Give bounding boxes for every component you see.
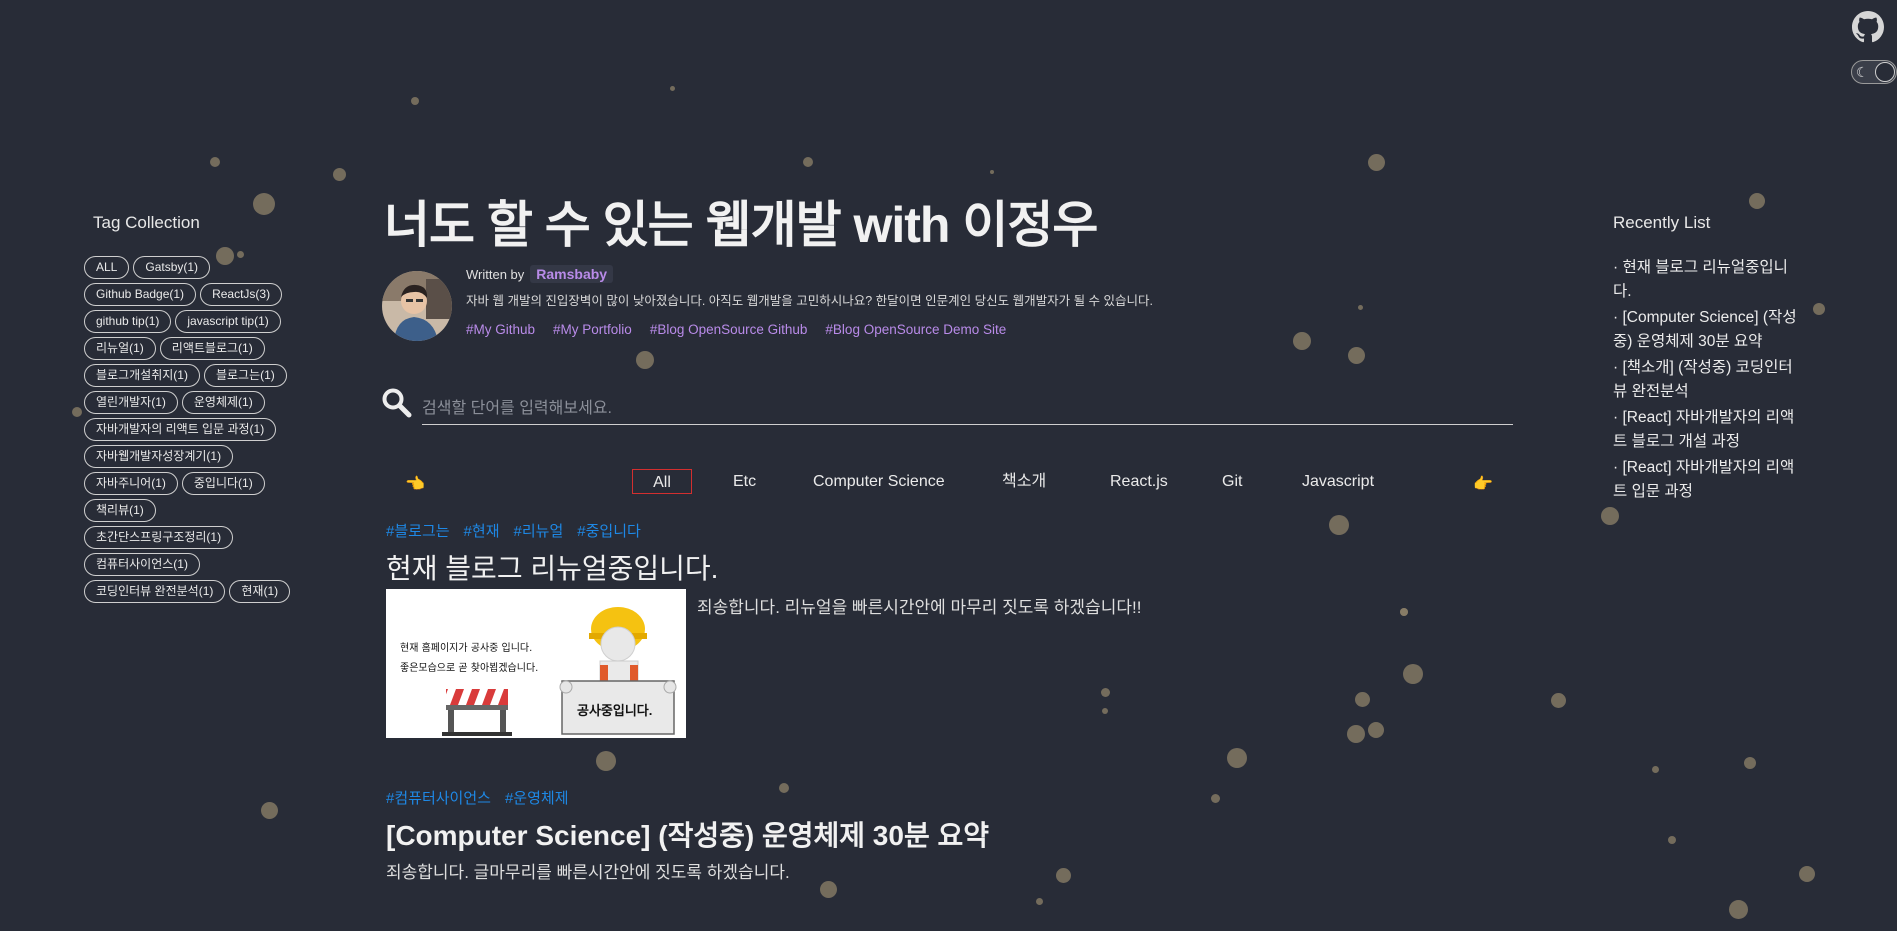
tag-pill[interactable]: 블로그개설취지(1): [84, 364, 200, 387]
tag-pill[interactable]: 자바주니어(1): [84, 472, 178, 495]
tab-all[interactable]: All: [632, 469, 692, 494]
post-thumbnail[interactable]: 현재 홈페이지가 공사중 입니다. 좋은모습으로 곧 찾아뵙겠습니다. 공사중입…: [386, 589, 686, 738]
recent-item[interactable]: · 현재 블로그 리뉴얼중입니다.: [1613, 256, 1803, 304]
post-title[interactable]: [Computer Science] (작성중) 운영체제 30분 요약: [386, 814, 989, 854]
tag-pill[interactable]: 블로그는(1): [203, 364, 287, 387]
thumb-caption-line1: 현재 홈페이지가 공사중 입니다.: [400, 643, 533, 654]
link-blog-opensource-github[interactable]: #Blog OpenSource Github: [650, 322, 808, 337]
tag-pill[interactable]: 자바개발자의 리액트 입문 과정(1): [84, 418, 277, 441]
written-by-label: Written by: [466, 267, 525, 282]
tab-computer-science[interactable]: Computer Science: [813, 469, 945, 494]
recent-item[interactable]: · [React] 자바개발자의 리액트 입문 과정: [1613, 456, 1803, 504]
post-tag[interactable]: #리뉴얼: [514, 523, 564, 540]
tag-pill[interactable]: Gatsby(1): [133, 256, 211, 279]
author-bio: 자바 웹 개발의 진입장벽이 많이 낮아졌습니다. 아직도 웹개발을 고민하시나…: [466, 294, 1153, 308]
github-icon[interactable]: [1852, 11, 1884, 43]
tab-javascript[interactable]: Javascript: [1302, 469, 1374, 494]
tab-reactjs[interactable]: React.js: [1110, 469, 1168, 494]
thumb-caption-line2: 좋은모습으로 곧 찾아뵙겠습니다.: [400, 663, 539, 674]
search-icon: [382, 388, 412, 418]
link-blog-opensource-demo[interactable]: #Blog OpenSource Demo Site: [825, 322, 1006, 337]
post-tag[interactable]: #운영체제: [505, 790, 569, 807]
post-tag[interactable]: #중입니다: [577, 523, 641, 540]
post-excerpt: 죄송합니다. 글마무리를 빠른시간안에 짓도록 하겠습니다.: [386, 863, 790, 882]
post-excerpt: 죄송합니다. 리뉴얼을 빠른시간안에 마무리 짓도록 하겠습니다!!: [697, 598, 1142, 617]
post-title[interactable]: 현재 블로그 리뉴얼중입니다.: [386, 547, 718, 587]
blog-title[interactable]: 너도 할 수 있는 웹개발 with 이정우: [384, 185, 1098, 257]
tag-pill[interactable]: ALL: [84, 256, 130, 279]
tab-git[interactable]: Git: [1222, 469, 1242, 494]
tag-pill[interactable]: 초간단스프링구조정리(1): [84, 526, 234, 549]
moon-icon: ☾: [1856, 64, 1869, 80]
recent-item[interactable]: · [React] 자바개발자의 리액트 블로그 개설 과정: [1613, 406, 1803, 454]
link-my-github[interactable]: #My Github: [466, 322, 535, 337]
tag-pill[interactable]: github tip(1): [84, 310, 172, 333]
tag-pill[interactable]: 열린개발자(1): [84, 391, 178, 414]
dark-mode-toggle[interactable]: ☾: [1851, 60, 1897, 84]
recent-item[interactable]: · [책소개] (작성중) 코딩인터뷰 완전분석: [1613, 356, 1803, 404]
toggle-knob: [1875, 62, 1895, 82]
tag-pill[interactable]: 현재(1): [229, 580, 291, 603]
tag-pill[interactable]: 리뉴얼(1): [84, 337, 156, 360]
tab-etc[interactable]: Etc: [733, 469, 756, 494]
post-tag[interactable]: #블로그는: [386, 523, 450, 540]
tag-pill[interactable]: 책리뷰(1): [84, 499, 156, 522]
tag-pill[interactable]: javascript tip(1): [175, 310, 281, 333]
search-input[interactable]: [422, 394, 1513, 425]
author-name[interactable]: Ramsbaby: [530, 265, 614, 283]
tag-pill[interactable]: 자바웹개발자성장계기(1): [84, 445, 234, 468]
pointing-hand-left-icon[interactable]: 👈: [405, 474, 425, 494]
recently-list-title: Recently List: [1613, 213, 1711, 232]
author-avatar: [382, 271, 452, 341]
post-tags: #컴퓨터사이언스 #운영체제: [386, 787, 583, 808]
pointing-hand-right-icon[interactable]: 👉: [1473, 474, 1493, 494]
profile-links: #My Github #My Portfolio #Blog OpenSource …: [466, 322, 1024, 337]
post-tag[interactable]: #현재: [464, 523, 500, 540]
tag-pill[interactable]: 중입니다(1): [181, 472, 265, 495]
link-my-portfolio[interactable]: #My Portfolio: [553, 322, 632, 337]
post-tags: #블로그는 #현재 #리뉴얼 #중입니다: [386, 520, 655, 541]
tag-collection-title: Tag Collection: [93, 213, 200, 232]
tag-pill[interactable]: Github Badge(1): [84, 283, 197, 306]
tag-collection-list: ALL Gatsby(1) Github Badge(1) ReactJs(3) git…: [84, 256, 294, 603]
tag-pill[interactable]: 리액트블로그(1): [159, 337, 265, 360]
tag-pill[interactable]: 컴퓨터사이언스(1): [84, 553, 200, 576]
recently-list: · 현재 블로그 리뉴얼중입니다. · [Computer Science] (…: [1613, 256, 1803, 506]
written-by: Written by Ramsbaby: [466, 265, 614, 283]
tag-pill[interactable]: ReactJs(3): [200, 283, 283, 306]
thumb-sign-text: 공사중입니다.: [577, 703, 653, 718]
tab-book-review[interactable]: 책소개: [1002, 469, 1046, 494]
tag-pill[interactable]: 코딩인터뷰 완전분석(1): [84, 580, 226, 603]
tag-pill[interactable]: 운영체제(1): [181, 391, 265, 414]
post-tag[interactable]: #컴퓨터사이언스: [386, 790, 491, 807]
recent-item[interactable]: · [Computer Science] (작성중) 운영체제 30분 요약: [1613, 306, 1803, 354]
